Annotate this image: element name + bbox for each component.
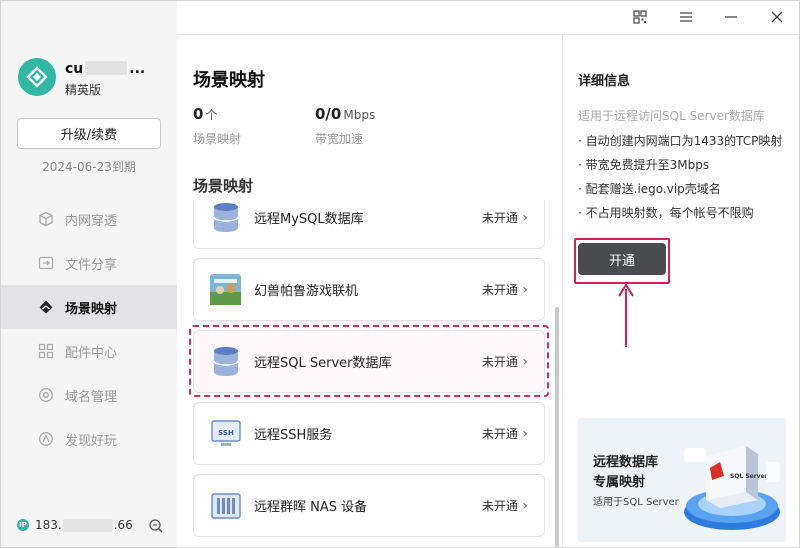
ssh-terminal-icon: SSH — [210, 418, 241, 449]
grid-icon — [38, 343, 54, 359]
upgrade-button[interactable]: 升级/续费 — [17, 118, 161, 149]
detail-title: 详细信息 — [578, 74, 631, 89]
scene-name: 远程SSH服务 — [254, 428, 333, 443]
sidebar-item-label: 发现好玩 — [65, 433, 118, 449]
expiry-date: 2024-06-23到期 — [42, 160, 136, 174]
banner-title: 远程数据库 — [593, 455, 659, 470]
app-window: cu... 精英版 升级/续费 2024-06-23到期 内网穿透 文件分享 场… — [0, 0, 800, 548]
scene-card-sqlserver[interactable]: 远程SQL Server数据库 未开通 — [193, 330, 545, 393]
scene-status: 未开通 — [482, 353, 528, 370]
scene-status: 未开通 — [482, 209, 528, 226]
game-cover-icon — [210, 274, 241, 305]
banner-subtitle: 专属映射 — [593, 475, 646, 490]
discover-icon — [38, 431, 54, 447]
nas-device-icon — [210, 490, 241, 521]
promo-banner[interactable]: 远程数据库 专属映射 适用于SQL Server SQL Server — [578, 418, 786, 542]
sidebar-item-file-share[interactable]: 文件分享 — [1, 241, 177, 285]
scene-card-ssh[interactable]: SSH 远程SSH服务 未开通 — [193, 402, 545, 465]
scene-name: 远程群晖 NAS 设备 — [254, 500, 368, 515]
feature-item: · 配套赠送.iego.vip壳域名 — [578, 182, 721, 196]
ip-address: IP 183. .66 — [17, 518, 133, 532]
sidebar: cu... 精英版 升级/续费 2024-06-23到期 内网穿透 文件分享 场… — [1, 1, 177, 547]
scene-status: 未开通 — [482, 497, 528, 514]
edition-label: 精英版 — [65, 83, 102, 97]
svg-text:SSH: SSH — [218, 429, 234, 437]
sidebar-nav: 内网穿透 文件分享 场景映射 配件中心 域名管理 发现好玩 — [1, 197, 177, 461]
scene-icon — [38, 299, 54, 315]
scene-name: 幻兽帕鲁游戏联机 — [254, 284, 359, 299]
bandwidth-label: 带宽加速 — [315, 132, 364, 146]
scene-status: 未开通 — [482, 425, 528, 442]
feature-item: · 自动创建内网端口为1433的TCP映射 — [578, 134, 783, 148]
scene-card-mysql[interactable]: 远程MySQL数据库 未开通 — [193, 200, 545, 249]
diagnose-icon[interactable] — [148, 518, 164, 534]
detail-description: 适用于远程访问SQL Server数据库 — [578, 109, 765, 123]
svg-text:SQL Server: SQL Server — [730, 473, 768, 480]
sidebar-item-label: 内网穿透 — [65, 213, 118, 229]
scene-status: 未开通 — [482, 281, 528, 298]
sidebar-item-discover[interactable]: 发现好玩 — [1, 417, 177, 461]
scene-name: 远程MySQL数据库 — [254, 212, 364, 227]
banner-caption: 适用于SQL Server — [593, 497, 679, 508]
scene-card-nas[interactable]: 远程群晖 NAS 设备 未开通 — [193, 474, 545, 537]
scene-card-palworld[interactable]: 幻兽帕鲁游戏联机 未开通 — [193, 258, 545, 321]
sidebar-item-accessories[interactable]: 配件中心 — [1, 329, 177, 373]
username: cu... — [65, 61, 146, 77]
qrcode-icon[interactable] — [632, 9, 648, 25]
minimize-icon[interactable] — [723, 9, 739, 25]
sidebar-item-label: 域名管理 — [65, 389, 118, 405]
feature-item: · 不占用映射数，每个帐号不限购 — [578, 206, 754, 220]
database-icon — [210, 202, 241, 233]
detail-panel: 详细信息 适用于远程访问SQL Server数据库 · 自动创建内网端口为143… — [562, 34, 799, 547]
section-title: 场景映射 — [193, 177, 254, 195]
file-share-icon — [38, 255, 54, 271]
mapping-count-label: 场景映射 — [193, 132, 242, 146]
page-title: 场景映射 — [193, 70, 265, 91]
ip-icon: IP — [17, 519, 29, 531]
scene-list-panel: 场景映射 0个 场景映射 0/0 Mbps 带宽加速 场景映射 远程MySQL数据… — [177, 34, 562, 547]
feature-item: · 带宽免费提升至3Mbps — [578, 158, 710, 172]
sidebar-item-scene-mapping[interactable]: 场景映射 — [1, 285, 177, 329]
cube-icon — [38, 211, 54, 227]
globe-icon — [38, 387, 54, 403]
sidebar-item-domains[interactable]: 域名管理 — [1, 373, 177, 417]
sidebar-item-label: 文件分享 — [65, 257, 118, 273]
scrollbar[interactable] — [555, 307, 559, 547]
scene-name: 远程SQL Server数据库 — [254, 356, 392, 371]
menu-icon[interactable] — [678, 9, 694, 25]
open-button[interactable]: 开通 — [578, 243, 666, 275]
username-redacted — [85, 61, 128, 75]
database-icon — [210, 346, 241, 377]
app-logo — [18, 58, 56, 96]
bandwidth-value: 0/0 Mbps — [315, 105, 376, 123]
scene-list: 远程MySQL数据库 未开通 幻兽帕鲁游戏联机 未开通 远程SQL Server… — [193, 200, 545, 547]
close-icon[interactable] — [769, 9, 785, 25]
mapping-count: 0个 — [193, 105, 218, 123]
sql-server-box-illustration: SQL Server — [684, 446, 780, 530]
sidebar-item-label: 场景映射 — [65, 301, 118, 317]
annotation-arrow-icon — [618, 283, 634, 353]
sidebar-item-label: 配件中心 — [65, 345, 118, 361]
sidebar-item-intranet[interactable]: 内网穿透 — [1, 197, 177, 241]
ip-redacted — [62, 518, 113, 532]
